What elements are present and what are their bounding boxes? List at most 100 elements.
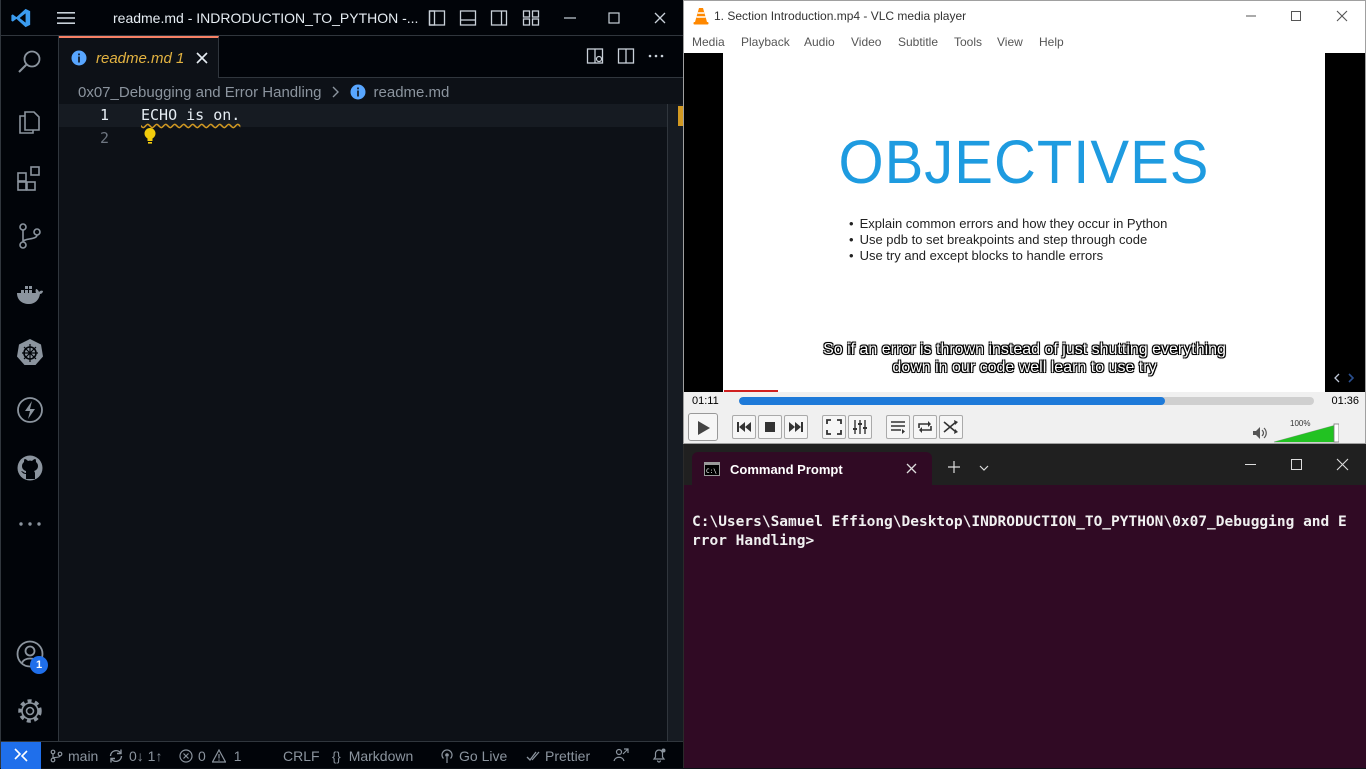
menu-media[interactable]: Media [692,35,725,49]
sync-status[interactable]: 0↓ 1↑ [108,748,162,764]
notifications-bell-icon[interactable] [651,747,667,763]
toggle-panel-icon[interactable] [459,9,477,27]
loop-button[interactable] [913,415,937,439]
terminal-maximize-icon[interactable] [1290,458,1303,471]
menu-video[interactable]: Video [851,35,881,49]
playlist-button[interactable] [886,415,910,439]
shuffle-button[interactable] [939,415,963,439]
stop-icon [765,422,775,432]
play-button[interactable] [688,413,718,441]
seek-row: 01:11 01:36 [684,392,1365,410]
problems-status[interactable]: 0 1 [179,748,242,764]
chevron-down-icon[interactable] [979,464,989,472]
remote-icon [14,748,28,762]
terminal-tabbar: C:\ Command Prompt [684,444,1366,485]
volume-slider[interactable] [1273,421,1339,443]
eol-label: CRLF [283,748,320,764]
hamburger-menu-icon[interactable] [56,9,76,27]
search-icon[interactable] [16,48,44,76]
previous-button[interactable] [732,415,756,439]
code-line[interactable]: ECHO is on. [141,106,240,124]
language-status[interactable]: {} Markdown [332,748,413,764]
tab-command-prompt[interactable]: C:\ Command Prompt [692,452,932,485]
live-share-icon[interactable] [613,747,629,763]
vlc-minimize-icon[interactable] [1244,9,1258,23]
split-editor-icon[interactable] [617,47,635,65]
slide-title: OBJECTIVES [838,128,1210,197]
vlc-maximize-icon[interactable] [1289,9,1303,23]
explorer-icon[interactable] [16,106,44,134]
subtitle-line: down in our code well learn to use try [892,359,1157,376]
menu-view[interactable]: View [997,35,1023,49]
lightbulb-icon[interactable] [143,127,157,145]
terminal-tab-title: Command Prompt [730,462,843,477]
menu-tools[interactable]: Tools [954,35,982,49]
fullscreen-icon [826,419,842,435]
vlc-close-icon[interactable] [1335,9,1349,23]
time-total[interactable]: 01:36 [1331,395,1359,407]
menu-audio[interactable]: Audio [804,35,835,49]
svg-text:C:\: C:\ [706,468,717,475]
branch-status[interactable]: main [49,748,98,764]
customize-layout-icon[interactable] [522,9,540,27]
eol-status[interactable]: CRLF [283,748,320,764]
terminal-close-icon[interactable] [1336,458,1349,471]
playlist-icon [891,421,905,434]
menu-playback[interactable]: Playback [741,35,790,49]
extended-settings-button[interactable] [848,415,872,439]
error-count: 0 [198,748,206,764]
docker-icon[interactable] [16,280,44,308]
code-editor[interactable]: 1 2 ECHO is on. [59,104,684,741]
menu-subtitle[interactable]: Subtitle [898,35,938,49]
close-icon[interactable] [651,9,669,27]
terminal-minimize-icon[interactable] [1244,458,1257,471]
branch-icon [50,749,63,763]
slide-bullets: Explain common errors and how they occur… [849,216,1168,264]
extensions-icon[interactable] [16,164,44,192]
loop-icon [918,421,932,433]
menu-help[interactable]: Help [1039,35,1064,49]
maximize-icon[interactable] [605,9,623,27]
video-subtitle: So if an error is thrown instead of just… [684,341,1365,377]
kubernetes-icon[interactable] [16,338,44,366]
volume-icon[interactable] [1252,426,1268,440]
sync-icon [109,749,123,763]
prettier-status[interactable]: Prettier [526,748,590,764]
minimize-icon[interactable] [561,9,579,27]
remote-indicator[interactable] [1,742,41,769]
thunder-client-icon[interactable] [16,396,44,424]
next-button[interactable] [784,415,808,439]
time-elapsed[interactable]: 01:11 [692,395,719,407]
fullscreen-button[interactable] [822,415,846,439]
toggle-secondary-sidebar-icon[interactable] [490,9,508,27]
error-icon [179,749,193,763]
cmd-icon: C:\ [704,462,720,476]
window-title: readme.md - INDRODUCTION_TO_PYTHON -... [113,10,419,26]
open-preview-side-icon[interactable] [586,47,604,65]
breadcrumb-file[interactable]: readme.md [374,84,450,101]
terminal-prompt[interactable]: C:\Users\Samuel Effiong\Desktop\INDRODUC… [692,513,1352,551]
source-control-icon[interactable] [16,222,44,250]
tab-close-icon[interactable] [195,51,209,65]
settings-gear-icon[interactable] [16,697,44,725]
stop-button[interactable] [758,415,782,439]
seek-bar[interactable] [739,397,1314,405]
more-views-icon[interactable] [16,510,44,538]
golive-status[interactable]: Go Live [440,748,507,764]
tab-readme[interactable]: readme.md 1 [59,36,219,78]
video-area[interactable]: OBJECTIVES Explain common errors and how… [684,53,1365,392]
slide-bullet: Use pdb to set breakpoints and step thro… [849,232,1167,248]
github-icon[interactable] [16,454,44,482]
status-bar: main 0↓ 1↑ 0 1 CRLF {} Markdown Go Live … [1,741,684,769]
warning-count: 1 [233,748,242,764]
slide-bullet: Use try and except blocks to handle erro… [849,248,1167,264]
toggle-primary-sidebar-icon[interactable] [428,9,446,27]
skip-forward-icon [789,422,803,432]
tab-filename: readme.md [96,50,172,67]
breadcrumb-folder[interactable]: 0x07_Debugging and Error Handling [78,84,322,101]
vertical-scrollbar[interactable] [667,104,684,741]
new-tab-plus-icon[interactable] [948,461,960,473]
tab-close-icon[interactable] [906,463,917,474]
vscode-logo-icon [11,8,31,28]
more-actions-icon[interactable] [647,47,665,65]
